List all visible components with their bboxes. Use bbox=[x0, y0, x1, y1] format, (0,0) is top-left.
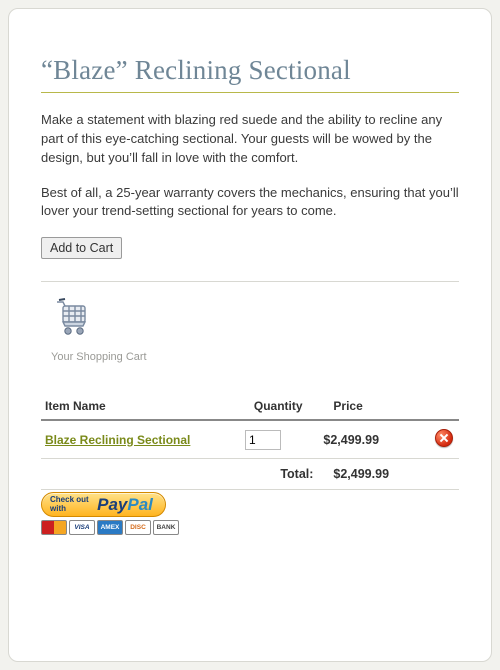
description-paragraph-1: Make a statement with blazing red suede … bbox=[41, 111, 459, 168]
col-price: Price bbox=[319, 393, 429, 420]
col-quantity: Quantity bbox=[241, 393, 319, 420]
cart-item-link[interactable]: Blaze Reclining Sectional bbox=[45, 433, 190, 447]
remove-item-button[interactable] bbox=[435, 429, 453, 447]
checkout-small-text: Check outwith bbox=[50, 496, 89, 513]
cart-heading: Your Shopping Cart bbox=[51, 351, 459, 363]
checkout-area: Check outwith PayPal VISA AMEX DISC BANK bbox=[41, 490, 459, 535]
paypal-logo: PayPal bbox=[97, 496, 153, 513]
paypal-checkout-button[interactable]: Check outwith PayPal bbox=[41, 492, 166, 517]
bank-icon: BANK bbox=[153, 520, 179, 535]
mastercard-icon bbox=[41, 520, 67, 535]
amex-icon: AMEX bbox=[97, 520, 123, 535]
content-card: “Blaze” Reclining Sectional Make a state… bbox=[8, 8, 492, 662]
total-label: Total: bbox=[241, 459, 319, 490]
col-item-name: Item Name bbox=[41, 393, 241, 420]
payment-method-icons: VISA AMEX DISC BANK bbox=[41, 520, 459, 535]
section-divider bbox=[41, 281, 459, 282]
cart-item-price: $2,499.99 bbox=[319, 420, 429, 459]
cart-total-row: Total: $2,499.99 bbox=[41, 459, 459, 490]
add-to-cart-button[interactable]: Add to Cart bbox=[41, 237, 122, 259]
quantity-input[interactable] bbox=[245, 430, 281, 450]
title-underline bbox=[41, 92, 459, 93]
description-paragraph-2: Best of all, a 25-year warranty covers t… bbox=[41, 184, 459, 222]
total-value: $2,499.99 bbox=[319, 459, 429, 490]
col-remove bbox=[429, 393, 459, 420]
page-title: “Blaze” Reclining Sectional bbox=[41, 55, 459, 86]
cart-icon bbox=[51, 298, 459, 343]
cart-table: Item Name Quantity Price Blaze Reclining… bbox=[41, 393, 459, 490]
table-row: Blaze Reclining Sectional $2,499.99 bbox=[41, 420, 459, 459]
visa-icon: VISA bbox=[69, 520, 95, 535]
discover-icon: DISC bbox=[125, 520, 151, 535]
